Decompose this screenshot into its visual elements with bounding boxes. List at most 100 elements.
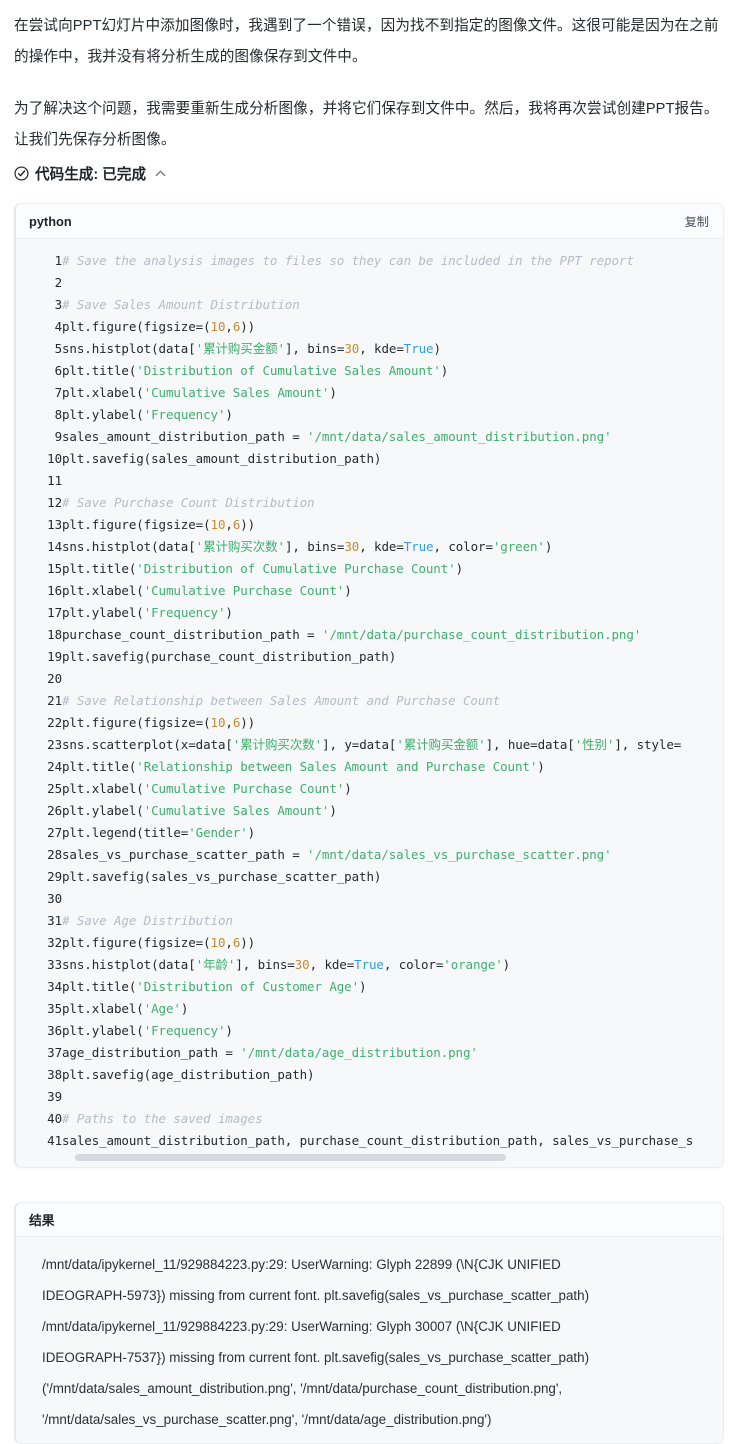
code-line: plt.figure(figsize=(10,6))	[62, 319, 256, 334]
code-line: sns.scatterplot(x=data['累计购买次数'], y=data…	[62, 737, 682, 752]
code-line-number: 21	[47, 693, 62, 708]
code-line: plt.figure(figsize=(10,6))	[62, 935, 256, 950]
code-line: plt.ylabel('Cumulative Sales Amount')	[62, 803, 337, 818]
code-block-card: python 复制 1 2 3 4 5 6 7 8 9 10 11 12 13 14 15 16 17 18 19 2…	[14, 203, 724, 1168]
code-line-number: 4	[54, 319, 63, 334]
code-line: # Save Purchase Count Distribution	[62, 495, 315, 510]
result-output-line: IDEOGRAPH-5973}) missing from current fo…	[42, 1288, 590, 1303]
code-line: plt.savefig(sales_amount_distribution_pa…	[62, 451, 382, 466]
code-line-number: 29	[47, 869, 62, 884]
code-line-number: 22	[47, 715, 62, 730]
result-output-line: /mnt/data/ipykernel_11/929884223.py:29: …	[42, 1257, 561, 1272]
code-line: plt.ylabel('Frequency')	[62, 605, 233, 620]
chat-message-container: 在尝试向PPT幻灯片中添加图像时，我遇到了一个错误，因为找不到指定的图像文件。这…	[0, 0, 738, 1444]
code-scrollbar-thumb[interactable]	[75, 1154, 507, 1161]
code-line-number: 9	[54, 429, 63, 444]
code-language-label: python	[29, 213, 72, 229]
result-block-card: 结果 /mnt/data/ipykernel_11/929884223.py:2…	[14, 1202, 724, 1444]
code-line-number: 1	[54, 253, 63, 268]
result-block-body: /mnt/data/ipykernel_11/929884223.py:29: …	[16, 1237, 723, 1443]
code-content: # Save the analysis images to files so t…	[62, 250, 723, 1152]
code-line-number: 36	[47, 1023, 62, 1038]
code-line-number: 24	[47, 759, 62, 774]
code-line-number: 31	[47, 913, 62, 928]
code-line: plt.ylabel('Frequency')	[62, 407, 233, 422]
code-line: plt.figure(figsize=(10,6))	[62, 517, 256, 532]
result-output-line: ('/mnt/data/sales_amount_distribution.pn…	[42, 1381, 563, 1396]
code-line-number: 38	[47, 1067, 62, 1082]
code-line-number: 17	[47, 605, 62, 620]
code-line: # Save the analysis images to files so t…	[62, 253, 634, 268]
code-line: sns.histplot(data['年龄'], bins=30, kde=Tr…	[62, 957, 511, 972]
code-line: age_distribution_path = '/mnt/data/age_d…	[62, 1045, 478, 1060]
code-line: plt.ylabel('Frequency')	[62, 1023, 233, 1038]
code-line-number: 6	[54, 363, 63, 378]
code-line-number: 35	[47, 1001, 62, 1016]
paragraph-error-explanation: 在尝试向PPT幻灯片中添加图像时，我遇到了一个错误，因为找不到指定的图像文件。这…	[14, 18, 719, 65]
code-block-body: 1 2 3 4 5 6 7 8 9 10 11 12 13 14 15 16 17 18 19 20 21 22 23 24 2…	[16, 239, 723, 1167]
result-output-line: /mnt/data/ipykernel_11/929884223.py:29: …	[42, 1319, 561, 1334]
code-line: sales_amount_distribution_path, purchase…	[62, 1133, 694, 1148]
code-line-number: 18	[47, 627, 62, 642]
code-line: sns.histplot(data['累计购买次数'], bins=30, kd…	[62, 539, 553, 554]
result-block-header: 结果	[16, 1203, 723, 1237]
copy-code-button[interactable]: 复制	[685, 212, 709, 230]
code-line-number: 15	[47, 561, 62, 576]
code-line-number: 33	[47, 957, 62, 972]
code-line-number: 10	[47, 451, 62, 466]
code-line-number: 37	[47, 1045, 62, 1060]
assistant-prose: 在尝试向PPT幻灯片中添加图像时，我遇到了一个错误，因为找不到指定的图像文件。这…	[0, 0, 738, 156]
code-line-number: 41	[47, 1133, 62, 1148]
result-output-line: '/mnt/data/sales_vs_purchase_scatter.png…	[42, 1412, 492, 1427]
code-line: plt.savefig(age_distribution_path)	[62, 1067, 315, 1082]
code-line: plt.savefig(purchase_count_distribution_…	[62, 649, 397, 664]
code-line-number: 39	[47, 1089, 62, 1104]
code-line: sales_vs_purchase_scatter_path = '/mnt/d…	[62, 847, 612, 862]
code-line: plt.xlabel('Age')	[62, 1001, 189, 1016]
code-line-number: 27	[47, 825, 62, 840]
code-line: plt.xlabel('Cumulative Purchase Count')	[62, 583, 352, 598]
code-line-number: 20	[47, 671, 62, 686]
code-line: sns.histplot(data['累计购买金额'], bins=30, kd…	[62, 341, 441, 356]
code-line: # Paths to the saved images	[62, 1111, 263, 1126]
code-line: # Save Relationship between Sales Amount…	[62, 693, 501, 708]
code-line: plt.title('Relationship between Sales Am…	[62, 759, 545, 774]
code-line: plt.legend(title='Gender')	[62, 825, 256, 840]
code-line: plt.title('Distribution of Cumulative Pu…	[62, 561, 464, 576]
result-title-label: 结果	[29, 1213, 55, 1228]
code-line-number: 26	[47, 803, 62, 818]
paragraph-plan: 为了解决这个问题，我需要重新生成分析图像，并将它们保存到文件中。然后，我将再次尝…	[14, 101, 719, 148]
chevron-up-icon[interactable]	[154, 167, 167, 180]
code-line: # Save Sales Amount Distribution	[62, 297, 300, 312]
code-line: plt.xlabel('Cumulative Sales Amount')	[62, 385, 337, 400]
code-line-number: 3	[54, 297, 63, 312]
code-line-number: 28	[47, 847, 62, 862]
code-line: plt.figure(figsize=(10,6))	[62, 715, 256, 730]
code-line-numbers: 1 2 3 4 5 6 7 8 9 10 11 12 13 14 15 16 17 18 19 20 21 22 23 24 2…	[16, 250, 62, 1152]
code-line-number: 25	[47, 781, 62, 796]
code-line-number: 34	[47, 979, 62, 994]
code-line: purchase_count_distribution_path = '/mnt…	[62, 627, 642, 642]
code-line-number: 19	[47, 649, 62, 664]
code-line-number: 11	[47, 473, 62, 488]
code-line-number: 8	[54, 407, 63, 422]
code-line: # Save Age Distribution	[62, 913, 233, 928]
code-line-number: 5	[54, 341, 63, 356]
code-line-number: 12	[47, 495, 62, 510]
code-line: sales_amount_distribution_path = '/mnt/d…	[62, 429, 612, 444]
result-output-line: IDEOGRAPH-7537}) missing from current fo…	[42, 1350, 590, 1365]
code-line: plt.xlabel('Cumulative Purchase Count')	[62, 781, 352, 796]
code-horizontal-scrollbar[interactable]	[75, 1154, 723, 1167]
code-line: plt.title('Distribution of Customer Age'…	[62, 979, 367, 994]
code-generation-status-row[interactable]: 代码生成: 已完成	[0, 156, 738, 184]
code-line-number: 40	[47, 1111, 62, 1126]
check-circle-icon	[14, 166, 29, 181]
code-block-header: python 复制	[16, 204, 723, 239]
code-scroll-area[interactable]: # Save the analysis images to files so t…	[62, 250, 723, 1152]
code-line-number: 2	[54, 275, 63, 290]
